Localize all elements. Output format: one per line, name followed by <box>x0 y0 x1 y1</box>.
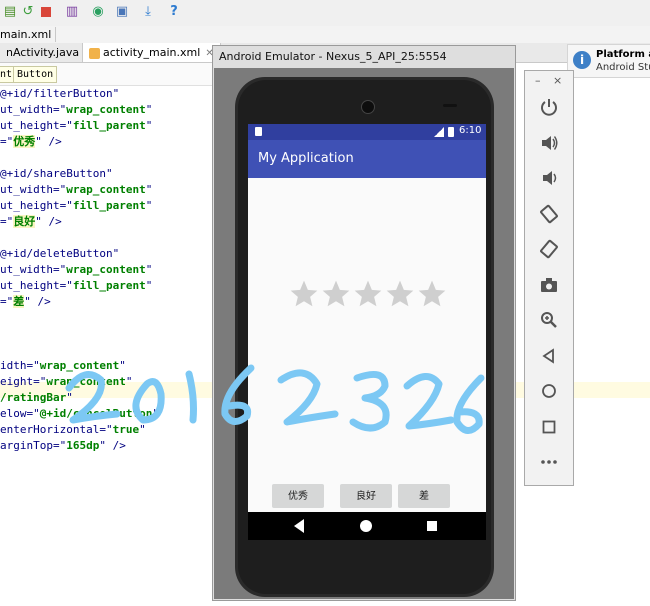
status-time: 6:10 <box>459 125 482 136</box>
code-line: enterHorizontal="true" <box>0 423 146 436</box>
more-icon[interactable] <box>539 452 559 472</box>
code-line: ="优秀" /> <box>0 135 62 148</box>
button-row: 优秀 良好 差 <box>248 480 486 512</box>
code-line: @+id/shareButton" <box>0 167 113 180</box>
platform-notification[interactable]: i Platform an Android Studi <box>567 44 650 78</box>
phone-screen[interactable]: 6:10 My Application 优秀 良好 差 <box>248 124 486 540</box>
code-line: ut_height="fill_parent" <box>0 119 153 132</box>
breadcrumb-file[interactable]: main.xml <box>0 27 57 42</box>
code-line: /ratingBar" <box>0 391 73 404</box>
emulator-body: 6:10 My Application 优秀 良好 差 <box>214 68 514 599</box>
stop-icon[interactable] <box>38 4 54 20</box>
rating-star-icon[interactable] <box>352 278 384 310</box>
minimize-button[interactable]: – <box>535 74 541 87</box>
tab-label: nActivity.java <box>6 46 80 59</box>
good-button[interactable]: 良好 <box>340 484 392 508</box>
rotate-left-icon[interactable] <box>539 204 559 224</box>
poor-button[interactable]: 差 <box>398 484 450 508</box>
xml-path-bar: nt Button <box>0 63 212 86</box>
download-icon[interactable]: ⤓ <box>140 4 156 20</box>
emulator-window-title: Android Emulator - Nexus_5_API_25:5554 <box>219 50 447 63</box>
refresh-icon[interactable]: ◉ <box>90 4 106 20</box>
battery-icon <box>448 127 454 137</box>
rating-bar[interactable] <box>288 278 448 314</box>
overview-icon[interactable] <box>427 521 437 531</box>
phone-frame: 6:10 My Application 优秀 良好 差 <box>235 77 494 597</box>
code-line: arginTop="165dp" /> <box>0 439 126 452</box>
back-icon[interactable] <box>294 519 304 533</box>
zoom-icon[interactable] <box>539 310 559 330</box>
front-camera-icon <box>361 100 375 114</box>
app-title: My Application <box>258 151 354 166</box>
code-line: ="差" /> <box>0 295 51 308</box>
camera-icon[interactable] <box>539 275 559 295</box>
breadcrumb: main.xml <box>0 26 650 44</box>
code-line: ut_width="wrap_content" <box>0 103 153 116</box>
back-icon[interactable] <box>539 346 559 366</box>
notification-subtitle: Android Studi <box>596 62 650 73</box>
excellent-button[interactable]: 优秀 <box>272 484 324 508</box>
code-line: ="良好" /> <box>0 215 62 228</box>
sdk-manager-icon[interactable]: ▣ <box>114 4 130 20</box>
info-icon: i <box>573 51 591 69</box>
structure-icon[interactable]: ▥ <box>64 4 80 20</box>
ide-toolbar: ▤ ↺ ▥ ◉ ▣ ⤓ ? <box>0 0 650 27</box>
code-line: ut_height="fill_parent" <box>0 199 153 212</box>
rating-star-icon[interactable] <box>384 278 416 310</box>
home-icon[interactable] <box>360 520 372 532</box>
xml-file-icon <box>89 47 100 59</box>
rotate-right-icon[interactable] <box>539 239 559 259</box>
rating-star-icon[interactable] <box>288 278 320 310</box>
sync-icon[interactable]: ↺ <box>20 4 36 20</box>
speaker-icon <box>443 104 457 107</box>
overview-icon[interactable] <box>539 417 559 437</box>
close-button[interactable]: × <box>553 74 562 87</box>
code-line: ut_height="fill_parent" <box>0 279 153 292</box>
rating-star-icon[interactable] <box>320 278 352 310</box>
phone-bezel: 6:10 My Application 优秀 良好 差 <box>238 80 491 594</box>
nav-bar <box>248 512 486 540</box>
sd-card-icon <box>255 127 262 136</box>
volume-down-icon[interactable] <box>539 168 559 188</box>
rating-star-icon[interactable] <box>416 278 448 310</box>
power-icon[interactable] <box>539 97 559 117</box>
code-line: elow="@+id/cancelButton" <box>0 407 159 420</box>
home-icon[interactable] <box>539 381 559 401</box>
emulator-window: Android Emulator - Nexus_5_API_25:5554 6… <box>212 45 516 601</box>
code-line: @+id/filterButton" <box>0 87 120 100</box>
code-line: idth="wrap_content" <box>0 359 126 372</box>
tab-activity-main-xml[interactable]: activity_main.xml ✕ <box>82 43 221 62</box>
save-icon[interactable]: ▤ <box>2 4 18 20</box>
volume-up-icon[interactable] <box>539 133 559 153</box>
code-line: @+id/deleteButton" <box>0 247 120 260</box>
code-line: ut_width="wrap_content" <box>0 183 153 196</box>
help-icon[interactable]: ? <box>166 4 182 20</box>
notification-title: Platform an <box>596 49 650 60</box>
signal-icon <box>434 127 444 137</box>
tab-label: activity_main.xml <box>103 46 201 59</box>
code-line: eight="wrap_content" <box>0 375 133 388</box>
code-line: ut_width="wrap_content" <box>0 263 153 276</box>
emulator-controls: – × <box>524 70 574 486</box>
status-bar: 6:10 <box>248 124 486 140</box>
path-tag-button[interactable]: Button <box>13 66 58 83</box>
app-bar: My Application <box>248 140 486 178</box>
